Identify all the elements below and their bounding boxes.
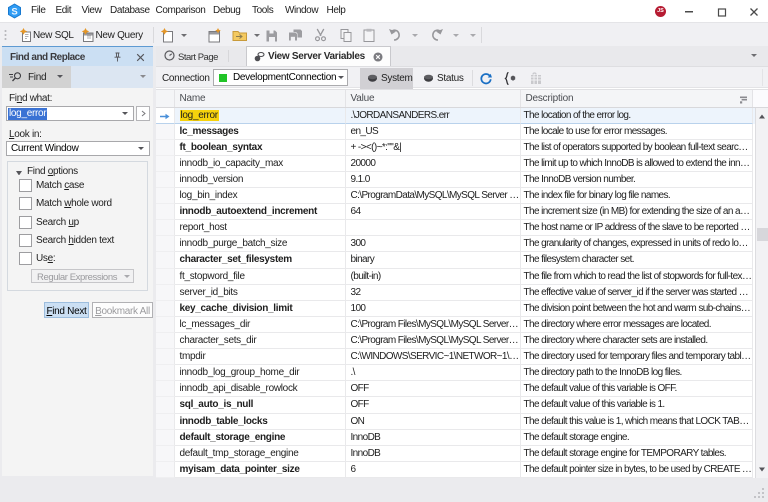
svg-text:S: S xyxy=(11,6,17,17)
